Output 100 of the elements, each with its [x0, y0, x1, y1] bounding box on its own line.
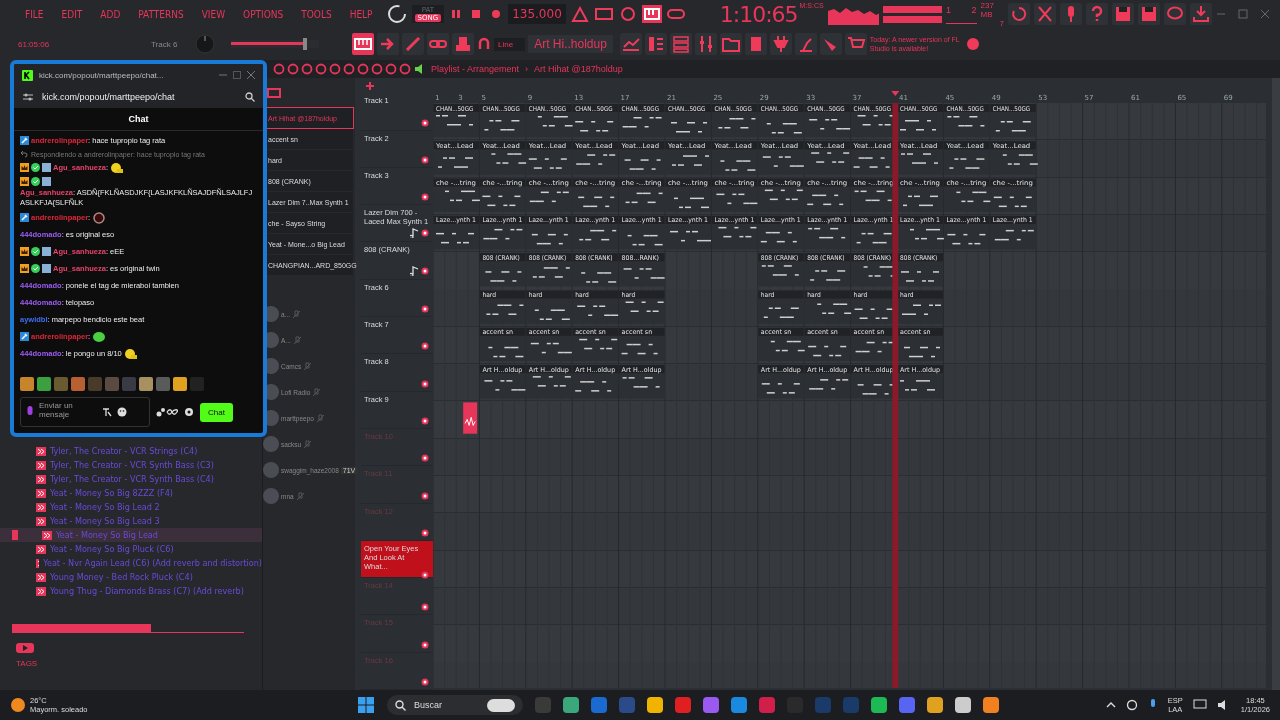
menu-item[interactable]: OPTIONS	[234, 8, 293, 20]
plug-icon[interactable]	[769, 33, 792, 55]
avatar	[263, 488, 279, 504]
menu-item[interactable]: HELP	[340, 8, 382, 20]
channel-icon[interactable]	[644, 33, 667, 55]
menu-item[interactable]: VIEW	[192, 8, 235, 20]
menu-item[interactable]: ADD	[91, 8, 130, 20]
tempo-display[interactable]: 135.000	[508, 4, 566, 24]
track-enable-icon[interactable]	[421, 118, 429, 127]
menu-item[interactable]: PATTERNS	[129, 8, 193, 20]
undo-icon[interactable]	[1008, 3, 1030, 25]
maximize-icon[interactable]	[233, 71, 241, 79]
track-enable-icon[interactable]	[421, 416, 429, 425]
network-icon[interactable]	[1192, 699, 1207, 711]
track-enable-icon[interactable]	[421, 454, 429, 463]
save-icon[interactable]	[1112, 3, 1134, 25]
metronome-icon[interactable]	[569, 5, 590, 23]
verified-badge-icon	[31, 163, 40, 172]
verified-badge-icon	[31, 247, 40, 256]
verified-badge-icon	[31, 177, 40, 186]
app-icon[interactable]	[730, 697, 747, 713]
search-field[interactable]: Buscar	[386, 695, 523, 715]
verified-badge-icon	[31, 264, 40, 273]
track-enable-icon[interactable]	[421, 603, 429, 612]
track-enable-icon[interactable]	[421, 193, 429, 202]
message-bar[interactable]: Enviar un mensaje	[20, 397, 150, 427]
track-enable-icon[interactable]	[421, 266, 429, 275]
tags-label[interactable]: TAGS	[16, 659, 246, 668]
microphone-icon[interactable]	[26, 406, 34, 418]
settings-icon[interactable]	[184, 407, 194, 417]
start-icon[interactable]	[356, 696, 375, 714]
track-enable-icon[interactable]	[421, 570, 429, 579]
sliders-icon[interactable]	[694, 33, 717, 55]
cart-icon[interactable]	[844, 33, 867, 55]
scrollbar[interactable]	[1272, 78, 1280, 690]
app-icon[interactable]	[870, 697, 887, 713]
piano-roll-icon[interactable]	[641, 5, 662, 23]
close-icon[interactable]	[247, 71, 255, 79]
preset-icon	[36, 502, 46, 512]
weather-icon[interactable]	[10, 697, 26, 713]
refresh-icon[interactable]	[385, 3, 408, 25]
scissors-icon[interactable]	[1034, 3, 1056, 25]
track-enable-icon[interactable]	[421, 491, 429, 500]
chart-icon[interactable]	[619, 33, 642, 55]
app-icon[interactable]	[646, 697, 663, 713]
track-enable-icon[interactable]	[421, 342, 429, 351]
reply-arrow-icon	[20, 150, 28, 158]
app-icon[interactable]	[562, 697, 579, 713]
track-enable-icon[interactable]	[421, 379, 429, 388]
play-icon[interactable]	[16, 643, 34, 653]
selection-marker	[12, 530, 18, 540]
chat-button[interactable]: Chat	[200, 402, 233, 422]
document-icon[interactable]	[744, 33, 767, 55]
chat-bubble-icon[interactable]	[1164, 3, 1186, 25]
track-enable-icon[interactable]	[421, 528, 429, 537]
audio-clip[interactable]	[463, 402, 478, 434]
save-icon[interactable]	[1138, 3, 1160, 25]
app-icon[interactable]	[954, 697, 971, 713]
muted-mic-icon	[292, 309, 302, 319]
song-time: 1:10:65	[719, 1, 798, 27]
emoji-icon[interactable]	[117, 407, 127, 417]
menu-item[interactable]: TOOLS	[292, 8, 341, 20]
cpu-left: 1	[946, 4, 952, 15]
folder-icon[interactable]	[719, 33, 742, 55]
menu-item[interactable]: FILE	[16, 8, 53, 20]
preset-icon	[36, 586, 46, 596]
message-field[interactable]: Enviar un mensaje	[39, 401, 97, 423]
link-icon[interactable]	[427, 33, 449, 55]
help-icon[interactable]	[1086, 3, 1108, 25]
playlist-grid[interactable]	[433, 103, 1266, 688]
search-icon	[394, 699, 406, 711]
add-icon[interactable]	[365, 80, 375, 91]
hint-time: 61:05:06	[18, 39, 51, 49]
track-enable-icon[interactable]	[421, 155, 429, 164]
moderator-badge-icon	[20, 213, 29, 222]
sync-icon[interactable]	[1125, 699, 1138, 711]
chevron-icon[interactable]	[1105, 700, 1116, 710]
menu-item[interactable]: EDIT	[52, 8, 92, 20]
translate-icon[interactable]	[102, 407, 112, 417]
list-icon[interactable]	[669, 33, 692, 55]
app-icon[interactable]	[926, 697, 943, 713]
track-enable-icon[interactable]	[421, 229, 429, 238]
emote-icon	[123, 347, 138, 360]
maximize-icon[interactable]	[1238, 9, 1248, 19]
track-enable-icon[interactable]	[421, 640, 429, 649]
site-settings-icon[interactable]	[22, 92, 34, 102]
track-enable-icon[interactable]	[421, 305, 429, 314]
muted-mic-icon	[303, 439, 313, 449]
track-enable-icon[interactable]	[421, 678, 429, 686]
playlist-pattern: Art Hihat @187holdup	[534, 64, 623, 74]
microphone-icon[interactable]	[1060, 3, 1082, 25]
master-volume-slider[interactable]	[231, 40, 319, 48]
stamp-icon[interactable]	[452, 33, 474, 55]
close-icon[interactable]	[1260, 9, 1270, 19]
app-icon[interactable]	[982, 697, 999, 713]
moderator-badge-icon	[20, 136, 29, 145]
crown-badge-icon	[20, 177, 29, 186]
download-icon[interactable]	[1190, 3, 1212, 25]
emote-icon	[92, 330, 107, 343]
snap-dropdown[interactable]: Line	[494, 37, 526, 51]
